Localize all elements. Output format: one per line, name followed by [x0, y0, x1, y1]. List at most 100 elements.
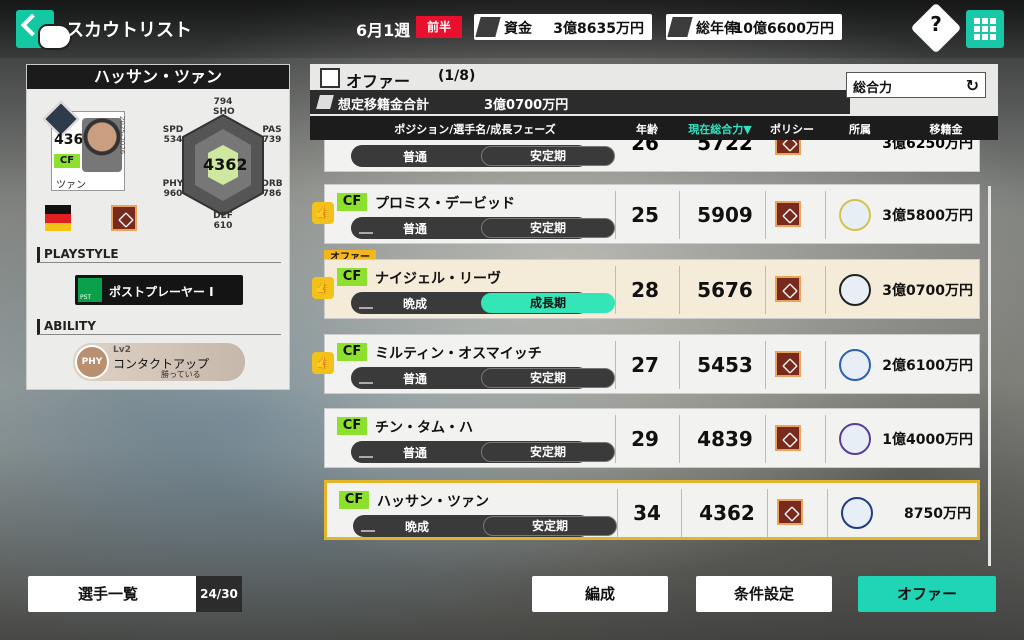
- growth-phase: 安定期: [483, 516, 617, 536]
- funds-value: 3億8635万円: [553, 21, 644, 37]
- col-fee[interactable]: 移籍金: [906, 121, 986, 137]
- player-ovr: 4362: [699, 501, 755, 525]
- list-item[interactable]: CF プロミス・デービッド 普通 安定期 25 5909 3億5800万円: [324, 184, 980, 244]
- growth-bar: 普通 安定期: [351, 217, 615, 239]
- stat-pas: PAS 739: [262, 125, 282, 145]
- divider: [827, 489, 828, 537]
- menu-grid-button[interactable]: [966, 10, 1004, 48]
- growth-phase: 安定期: [481, 442, 615, 462]
- policy-icon: [775, 201, 801, 227]
- divider: [765, 266, 766, 314]
- signal-icon: [359, 297, 373, 309]
- refresh-icon: ↻: [965, 76, 979, 95]
- col-policy[interactable]: ポリシー: [762, 121, 822, 137]
- transfer-fee: 3億5800万円: [882, 208, 973, 224]
- list-item[interactable]: CF ミルティン・オスマイッチ 普通 安定期 27 5453 2億6100万円: [324, 334, 980, 394]
- screen-title: スカウトリスト: [66, 20, 192, 41]
- stat-sho: 794 SHO: [213, 97, 235, 117]
- growth-bar: 普通 安定期: [351, 441, 615, 463]
- sort-select-label: 総合力: [853, 81, 893, 96]
- divider: [679, 415, 680, 463]
- position-badge: CF: [337, 193, 367, 211]
- list-item[interactable]: CF チン・タム・ハ 普通 安定期 29 4839 1億4000万円: [324, 408, 980, 468]
- playstyle-badge[interactable]: PST ポストプレーヤー I: [75, 275, 243, 305]
- stat-hexagon: 794 SHO PAS 739 DRB 786 DEF 610 PHY 960 SPD 53…: [163, 95, 283, 235]
- divider: [825, 341, 826, 389]
- signal-icon: [359, 372, 373, 384]
- growth-type: 普通: [403, 372, 428, 386]
- divider: [615, 266, 616, 314]
- player-thumbnail-card[interactable]: 4362 CF 2025-2026 ツァン: [42, 100, 126, 191]
- player-age: 25: [631, 203, 659, 227]
- growth-bar: 晩成 成長期: [351, 292, 615, 314]
- stat-phy: PHY 960: [162, 179, 184, 199]
- list-item-partial[interactable]: 普通 安定期 26 5722 3億6250万円: [324, 140, 980, 172]
- position-badge: CF: [337, 343, 367, 361]
- money-icon: [316, 95, 334, 109]
- list-scrollbar[interactable]: [988, 186, 991, 566]
- divider: [617, 489, 618, 537]
- sort-select[interactable]: 総合力 ↻: [846, 72, 986, 98]
- player-ovr: 5909: [697, 203, 753, 227]
- nation-flag-icon: [45, 205, 71, 231]
- offer-button[interactable]: オファー: [858, 576, 996, 612]
- player-name-heading: ハッサン・ツァン: [27, 65, 289, 89]
- playstyle-icon: PST: [78, 278, 102, 302]
- conditions-button[interactable]: 条件設定: [696, 576, 832, 612]
- playstyle-heading: PLAYSTYLE: [37, 247, 281, 263]
- list-item[interactable]: CF ナイジェル・リーヴ 晩成 成長期 28 5676 3億0700万円: [324, 259, 980, 319]
- game-date: 6月1週: [356, 21, 411, 40]
- growth-type: 普通: [403, 150, 428, 164]
- offer-checkbox[interactable]: [320, 68, 340, 88]
- divider: [615, 415, 616, 463]
- col-ovr[interactable]: 現在総合力▼: [680, 121, 760, 137]
- ability-badge[interactable]: PHY Lv2 コンタクトアップ 勝っている: [73, 343, 245, 381]
- player-name: プロミス・デービッド: [375, 196, 515, 212]
- list-title: オファー: [346, 72, 411, 91]
- divider: [681, 489, 682, 537]
- funds-label: 資金: [504, 21, 532, 37]
- club-emblem-icon: [841, 497, 873, 529]
- club-emblem-icon: [839, 274, 871, 306]
- player-ovr: 5453: [697, 353, 753, 377]
- fee-summary-value: 3億0700万円: [484, 98, 569, 113]
- money-icon: [475, 17, 501, 37]
- growth-type: 晩成: [403, 297, 428, 311]
- divider: [825, 415, 826, 463]
- thumbs-up-icon: 👍: [312, 202, 334, 224]
- ability-condition: 勝っている: [161, 370, 201, 379]
- player-age: 28: [631, 278, 659, 302]
- list-item[interactable]: CF ハッサン・ツァン 晩成 安定期 34 4362 8750万円: [324, 480, 980, 540]
- col-player[interactable]: ポジション/選手名/成長フェーズ: [350, 121, 600, 137]
- col-age[interactable]: 年齢: [622, 121, 672, 137]
- divider: [615, 191, 616, 239]
- player-name: ミルティン・オスマイッチ: [375, 346, 542, 362]
- player-ovr: 5722: [697, 140, 753, 155]
- player-age: 26: [631, 140, 659, 155]
- player-name: ナイジェル・リーヴ: [375, 271, 501, 287]
- divider: [825, 191, 826, 239]
- growth-bar: 晩成 安定期: [353, 515, 617, 537]
- growth-phase: 成長期: [481, 293, 615, 313]
- signal-icon: [359, 446, 373, 458]
- divider: [765, 415, 766, 463]
- player-list-button[interactable]: 選手一覧 24/30: [28, 576, 242, 612]
- salary-display: 総年俸 10億6600万円: [666, 14, 842, 40]
- growth-type: 普通: [403, 222, 428, 236]
- policy-icon: [111, 205, 137, 231]
- ability-icon: PHY: [75, 345, 109, 379]
- formation-button[interactable]: 編成: [532, 576, 668, 612]
- col-club[interactable]: 所属: [830, 121, 890, 137]
- signal-icon: [359, 222, 373, 234]
- thumbs-up-icon: 👍: [312, 352, 334, 374]
- policy-icon: [775, 351, 801, 377]
- thumbs-up-icon: 👍: [312, 277, 334, 299]
- stat-def: DEF 610: [213, 211, 233, 231]
- question-icon: ?: [930, 12, 942, 36]
- player-name: チン・タム・ハ: [375, 420, 473, 436]
- divider: [765, 341, 766, 389]
- policy-icon: [775, 140, 801, 155]
- policy-icon: [777, 499, 803, 525]
- policy-icon: [775, 425, 801, 451]
- transfer-fee: 2億6100万円: [882, 358, 973, 374]
